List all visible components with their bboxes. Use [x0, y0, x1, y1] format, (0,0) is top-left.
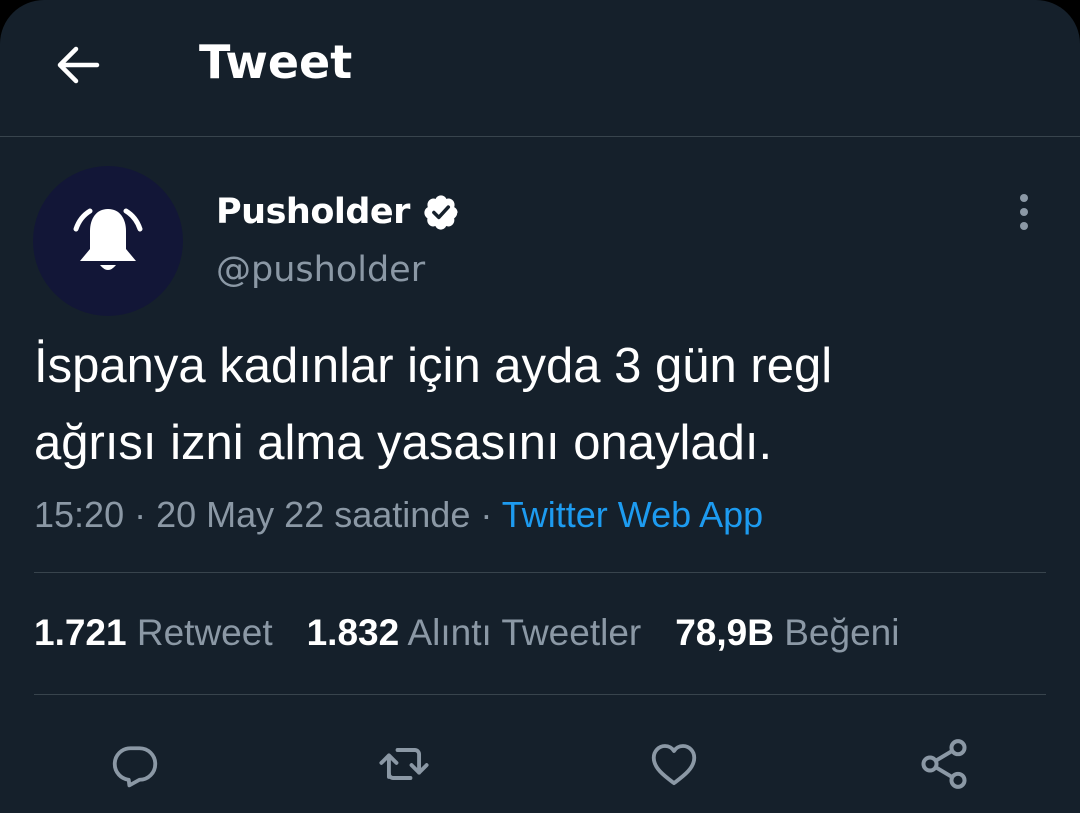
more-vertical-icon [1020, 194, 1028, 230]
top-bar: Tweet [0, 0, 1080, 136]
tweet-meta: 15:20 · 20 May 22 saatinde · Twitter Web… [34, 494, 763, 536]
tweet-detail-screen: Tweet Pusholder @pusholder İspanya kadın… [0, 0, 1080, 813]
meta-separator: · [480, 494, 493, 535]
stats-divider [34, 694, 1046, 695]
avatar[interactable] [33, 166, 183, 316]
tweet-stats: 1.721 Retweet 1.832 Alıntı Tweetler 78,9… [34, 612, 933, 654]
like-icon [651, 744, 697, 786]
retweet-icon [379, 748, 429, 780]
page-title: Tweet [199, 35, 353, 89]
tweet-source-link[interactable]: Twitter Web App [502, 494, 763, 535]
meta-divider [34, 572, 1046, 573]
tweet-text-line: ağrısı izni alma yasasını onayladı. [34, 416, 773, 470]
tweet-date[interactable]: 20 May 22 saatinde [156, 494, 470, 535]
bell-icon [73, 208, 143, 270]
share-button[interactable] [916, 736, 972, 792]
retweets-count: 1.721 [34, 612, 127, 653]
meta-separator: · [134, 494, 147, 535]
back-button[interactable] [50, 38, 104, 92]
quotes-label: Alıntı Tweetler [407, 612, 642, 653]
more-options-button[interactable] [1004, 190, 1044, 234]
verified-badge-icon [422, 193, 460, 231]
tweet-text: İspanya kadınlar için ayda 3 gün regl ağ… [34, 328, 1044, 482]
tweet-time[interactable]: 15:20 [34, 494, 124, 535]
quotes-stat[interactable]: 1.832 Alıntı Tweetler [307, 612, 642, 654]
likes-stat[interactable]: 78,9B Beğeni [675, 612, 899, 654]
tweet-text-line: İspanya kadınlar için ayda 3 gün regl [34, 339, 833, 393]
quotes-count: 1.832 [306, 612, 400, 653]
retweets-label: Retweet [136, 612, 273, 653]
likes-count: 78,9B [675, 612, 774, 653]
like-button[interactable] [646, 736, 702, 792]
reply-button[interactable] [107, 736, 163, 792]
header-divider [0, 136, 1080, 137]
share-icon [921, 739, 967, 789]
author-name-row[interactable]: Pusholder [216, 188, 460, 236]
retweets-stat[interactable]: 1.721 Retweet [34, 612, 273, 654]
arrow-left-icon [57, 46, 100, 84]
likes-label: Beğeni [784, 612, 900, 653]
user-handle[interactable]: @pusholder [216, 250, 425, 290]
display-name[interactable]: Pusholder [216, 192, 410, 232]
retweet-button[interactable] [376, 736, 432, 792]
reply-icon [112, 746, 158, 788]
